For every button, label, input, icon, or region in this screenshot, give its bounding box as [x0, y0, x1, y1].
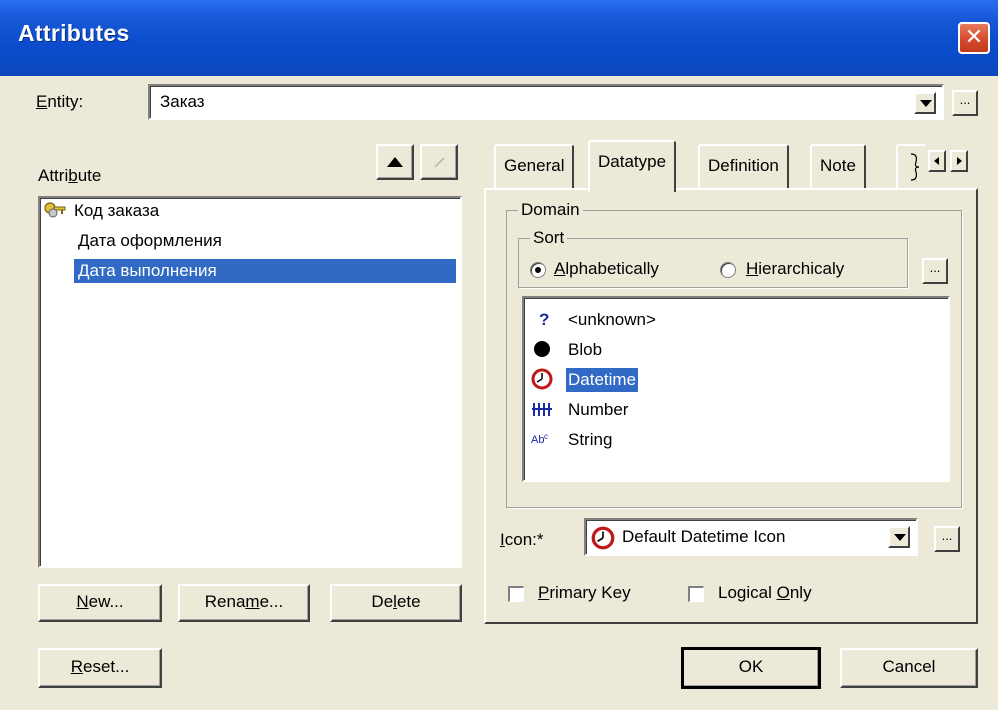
icon-ellipsis-button[interactable]: ...: [934, 526, 960, 552]
new-button[interactable]: New...: [38, 584, 162, 622]
blob-icon: [534, 341, 550, 357]
attributes-dialog: Attributes ✕ Entity: Заказ ... Attribute…: [0, 0, 998, 710]
arrow-up-icon: [387, 157, 403, 167]
sort-group-label: Sort: [530, 228, 568, 248]
move-down-button[interactable]: [420, 144, 458, 180]
datatype-item-unknown[interactable]: <unknown>: [566, 308, 658, 332]
number-icon: [532, 403, 552, 416]
logical-only-label[interactable]: Logical Only: [718, 583, 812, 603]
cancel-button[interactable]: Cancel: [840, 648, 978, 688]
sort-alphabetically-radio[interactable]: [530, 262, 546, 278]
attribute-item-kod-zakaza[interactable]: Код заказа: [70, 199, 163, 223]
close-button[interactable]: ✕: [958, 22, 990, 54]
clock-icon: [531, 368, 553, 390]
entity-combobox[interactable]: Заказ: [148, 84, 944, 120]
tab-note[interactable]: Note: [810, 144, 866, 190]
entity-value: Заказ: [160, 92, 205, 111]
logical-only-checkbox[interactable]: [688, 586, 704, 602]
sort-alphabetically-label[interactable]: Alphabetically: [554, 259, 659, 279]
datatype-item-blob[interactable]: Blob: [566, 338, 604, 362]
sort-hierarchically-label[interactable]: Hierarchicaly: [746, 259, 844, 279]
question-icon: ?: [539, 310, 549, 329]
sort-hierarchically-radio[interactable]: [720, 262, 736, 278]
tab-overflow: [896, 144, 926, 190]
primary-key-checkbox[interactable]: [508, 586, 524, 602]
entity-dropdown-button[interactable]: [914, 92, 936, 114]
delete-button[interactable]: Delete: [330, 584, 462, 622]
datatype-item-string[interactable]: String: [566, 428, 614, 452]
sort-ellipsis-button[interactable]: ...: [922, 258, 948, 284]
tab-scroll-left-button[interactable]: [928, 150, 946, 172]
tab-datatype[interactable]: Datatype: [588, 140, 677, 192]
string-icon: Ab c: [531, 432, 548, 446]
icon-combobox[interactable]: Default Datetime Icon: [584, 518, 918, 556]
icon-dropdown-button[interactable]: [888, 526, 910, 548]
attribute-item-data-vypolneniya[interactable]: Дата выполнения: [74, 259, 456, 283]
rename-button[interactable]: Rename...: [178, 584, 310, 622]
svg-text:?: ?: [539, 310, 549, 329]
move-up-button[interactable]: [376, 144, 414, 180]
ok-button[interactable]: OK: [681, 647, 821, 689]
attribute-item-data-oformleniya[interactable]: Дата оформления: [74, 229, 226, 253]
window-title: Attributes: [18, 20, 130, 46]
close-icon: ✕: [964, 24, 984, 49]
reset-button[interactable]: Reset...: [38, 648, 162, 688]
tab-overflow-brace-icon: [910, 153, 920, 181]
icon-value: Default Datetime Icon: [622, 527, 786, 546]
entity-ellipsis-button[interactable]: ...: [952, 90, 978, 116]
tab-definition[interactable]: Definition: [698, 144, 789, 190]
domain-group-label: Domain: [518, 200, 583, 220]
primary-key-label[interactable]: Primary Key: [538, 583, 631, 603]
tab-general[interactable]: General: [494, 144, 575, 190]
svg-text:Ab: Ab: [531, 434, 544, 446]
datatype-item-datetime[interactable]: Datetime: [566, 368, 639, 392]
entity-label: Entity:: [36, 92, 84, 111]
arrow-right-icon: [957, 157, 962, 165]
default-datetime-icon: [591, 526, 615, 550]
datatype-item-number[interactable]: Number: [566, 398, 630, 422]
disabled-arrow-icon: [434, 157, 445, 168]
arrow-left-icon: [934, 157, 939, 165]
key-icon: [44, 202, 66, 218]
attribute-label: Attribute: [38, 166, 102, 185]
icon-label: Icon:*: [500, 530, 544, 549]
tab-scroll-right-button[interactable]: [950, 150, 968, 172]
svg-text:c: c: [544, 432, 548, 441]
title-bar[interactable]: Attributes ✕: [0, 0, 998, 76]
